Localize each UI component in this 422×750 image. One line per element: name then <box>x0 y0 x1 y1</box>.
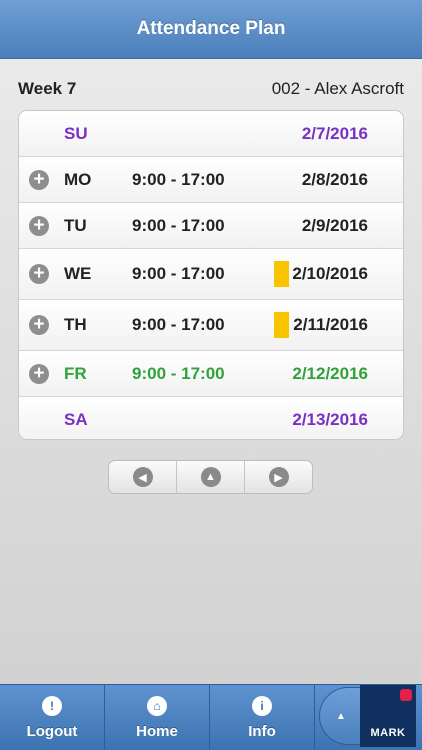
day-label: SU <box>64 123 88 143</box>
previous-week-button[interactable]: ◀ <box>109 461 177 493</box>
event-marker <box>274 312 289 338</box>
brand-logo: MARK <box>360 685 416 747</box>
info-icon: i <box>252 695 272 716</box>
date-label: 2/11/2016 <box>293 315 368 334</box>
time-label: 9:00 - 17:00 <box>132 169 225 189</box>
attendance-list: SU 2/7/2016 + MO 9:00 - 17:00 2/8/2016 +… <box>18 110 404 440</box>
tab-label: Info <box>248 722 276 740</box>
tab-info[interactable]: i Info <box>210 685 315 750</box>
tab-home[interactable]: ⌂ Home <box>105 685 210 750</box>
tab-label: Logout <box>26 722 78 740</box>
day-row-th[interactable]: + TH 9:00 - 17:00 2/11/2016 <box>19 300 403 351</box>
brand-text: MARK <box>370 727 406 739</box>
day-row-mo[interactable]: + MO 9:00 - 17:00 2/8/2016 <box>19 157 403 203</box>
brand-dot-icon <box>400 689 412 701</box>
next-week-button[interactable]: ▶ <box>245 461 312 493</box>
week-label: Week 7 <box>18 79 77 98</box>
subheader: Week 7 002 - Alex Ascroft <box>18 78 404 100</box>
add-icon[interactable]: + <box>29 264 49 284</box>
day-row-sa[interactable]: SA 2/13/2016 <box>19 397 403 439</box>
add-icon[interactable]: + <box>29 363 49 384</box>
employee-label: 002 - Alex Ascroft <box>271 79 404 98</box>
event-marker <box>274 261 289 287</box>
time-label: 9:00 - 17:00 <box>132 215 225 235</box>
time-label: 9:00 - 17:00 <box>132 315 225 334</box>
caret-up-icon: ▲ <box>336 710 346 722</box>
time-label: 9:00 - 17:00 <box>132 264 225 283</box>
day-label: FR <box>64 363 87 383</box>
date-label: 2/10/2016 <box>292 264 368 283</box>
date-label: 2/9/2016 <box>301 215 368 235</box>
date-label: 2/12/2016 <box>292 363 368 383</box>
app-header: Attendance Plan <box>0 0 422 59</box>
home-icon: ⌂ <box>147 695 167 716</box>
chevron-right-icon: ▶ <box>268 467 289 487</box>
day-row-we[interactable]: + WE 9:00 - 17:00 2/10/2016 <box>19 249 403 300</box>
warning-icon: ! <box>42 695 62 716</box>
page-title: Attendance Plan <box>136 18 286 39</box>
day-label: SA <box>64 410 88 429</box>
day-label: WE <box>64 264 92 283</box>
up-button[interactable]: ▲ <box>177 461 245 493</box>
date-label: 2/13/2016 <box>292 410 368 429</box>
tab-logout[interactable]: ! Logout <box>0 685 105 750</box>
chevron-up-icon: ▲ <box>200 467 221 487</box>
add-icon[interactable]: + <box>29 315 49 335</box>
more-area: ▲ MARK <box>315 685 422 750</box>
date-label: 2/8/2016 <box>301 169 368 189</box>
add-icon[interactable]: + <box>29 169 49 190</box>
tab-bar: ! Logout ⌂ Home i Info ▲ MARK <box>0 684 422 750</box>
date-label: 2/7/2016 <box>301 123 368 143</box>
day-row-tu[interactable]: + TU 9:00 - 17:00 2/9/2016 <box>19 203 403 249</box>
day-label: TU <box>64 215 87 235</box>
day-row-su[interactable]: SU 2/7/2016 <box>19 111 403 157</box>
tab-label: Home <box>136 722 178 740</box>
add-icon[interactable]: + <box>29 215 49 236</box>
day-label: TH <box>64 315 87 334</box>
day-row-fr[interactable]: + FR 9:00 - 17:00 2/12/2016 <box>19 351 403 397</box>
week-pager: ◀ ▲ ▶ <box>108 460 313 494</box>
chevron-left-icon: ◀ <box>132 467 153 487</box>
day-label: MO <box>64 169 92 189</box>
time-label: 9:00 - 17:00 <box>132 363 225 383</box>
